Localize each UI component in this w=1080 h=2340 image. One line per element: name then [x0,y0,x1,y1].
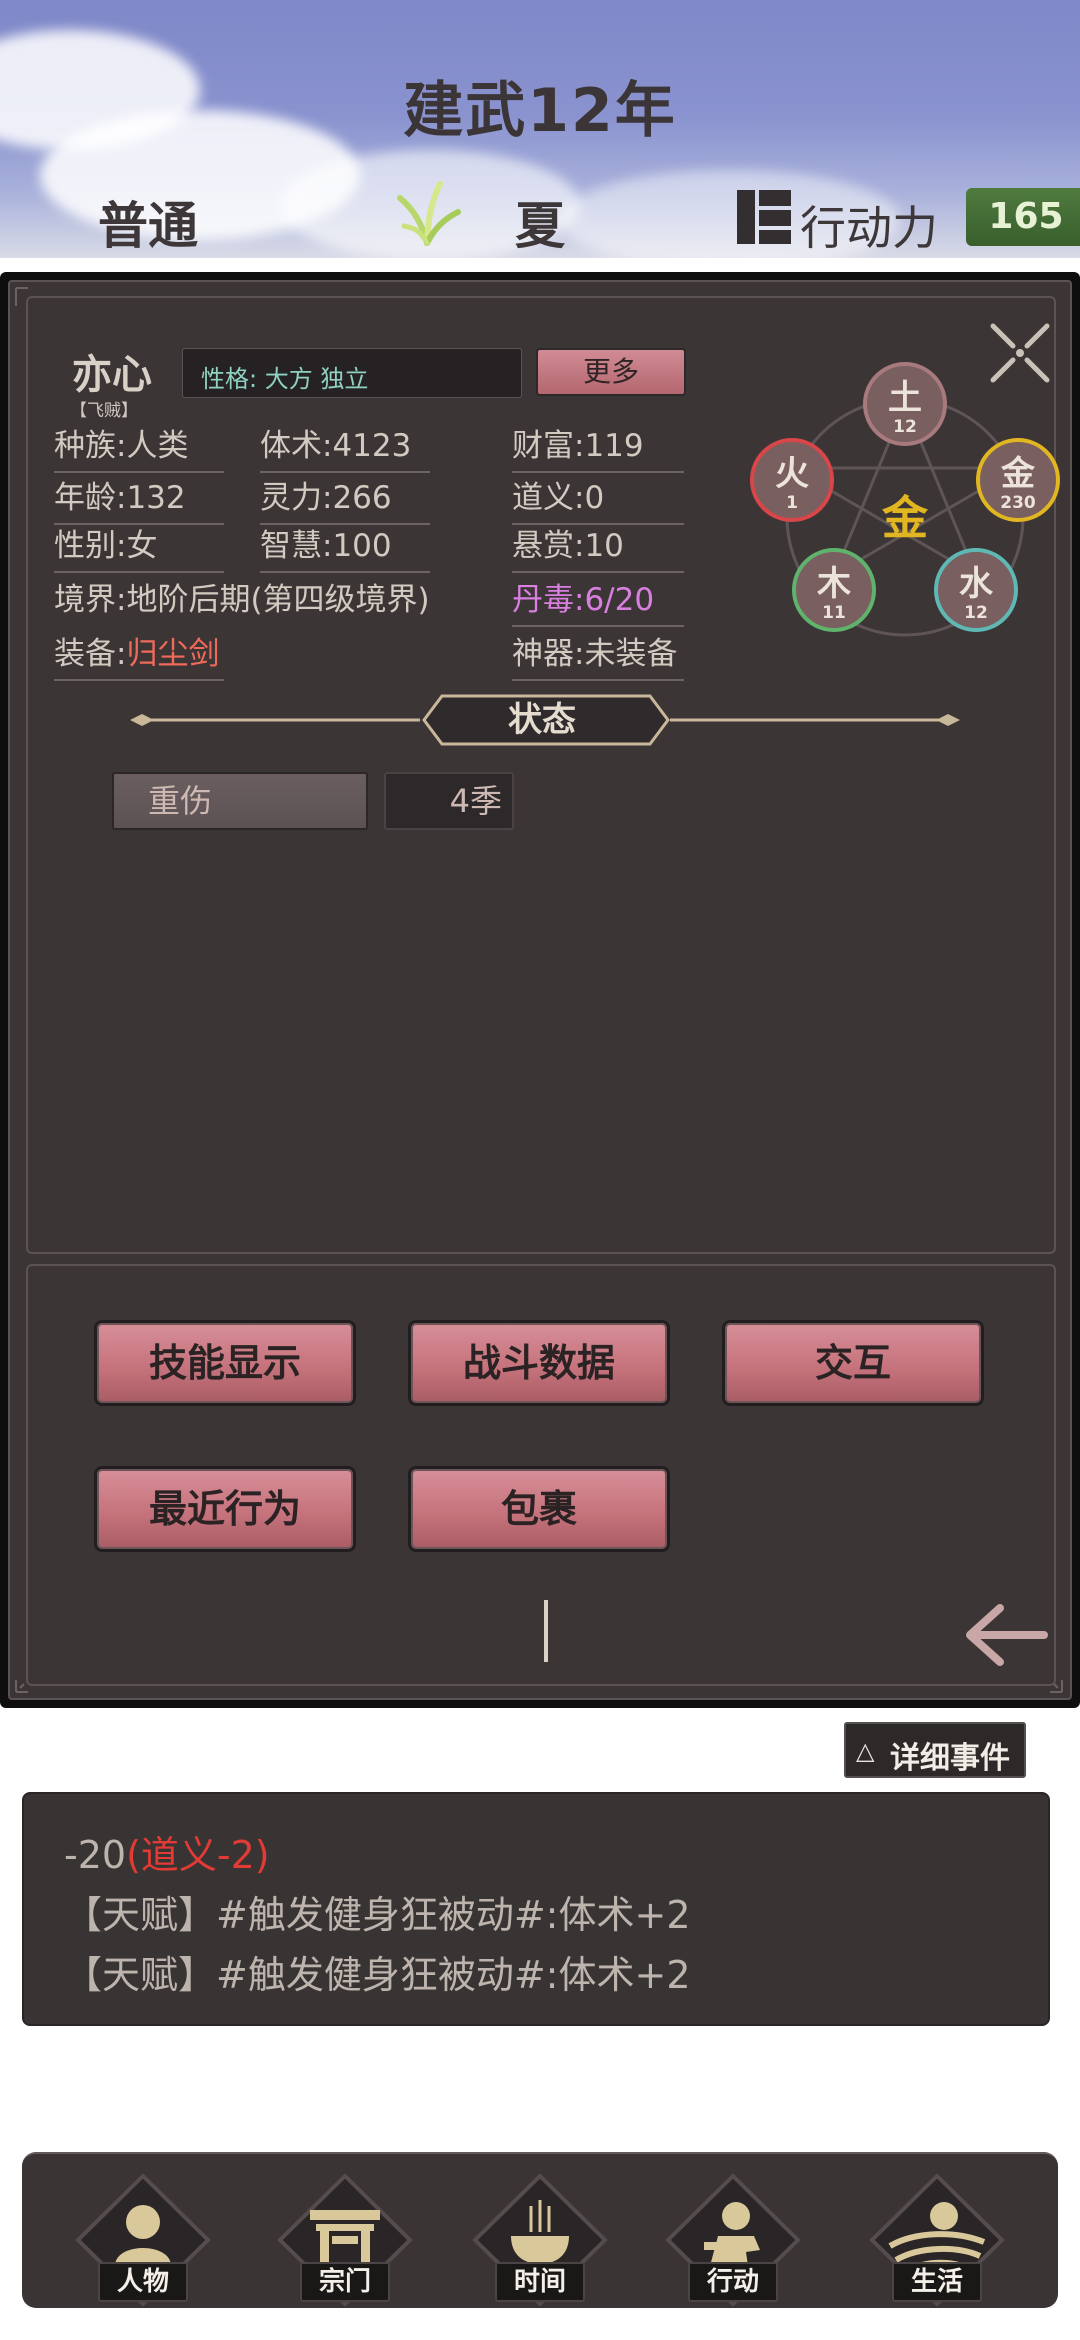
nav-sect[interactable]: 宗门 [270,2170,420,2312]
stat-body: 体术:4123 [260,420,430,473]
event-value: -20 [64,1833,127,1877]
stat-wisdom: 智慧:100 [260,520,430,573]
element-fire[interactable]: 火 1 [750,438,834,522]
skills-display-button[interactable]: 技能显示 [94,1320,356,1406]
event-line: -20(道义-2) [64,1824,270,1879]
more-button[interactable]: 更多 [536,348,686,396]
event-morality-change: (道义-2) [126,1833,270,1877]
status-title: 状态 [508,700,576,740]
stat-spirit: 灵力:266 [260,472,430,525]
interact-button[interactable]: 交互 [722,1320,984,1406]
text-cursor [544,1600,548,1662]
nav-sect-label: 宗门 [300,2262,390,2302]
combat-data-button[interactable]: 战斗数据 [408,1320,670,1406]
difficulty-label: 普通 [98,197,198,255]
stat-race: 种族:人类 [54,420,224,473]
element-wood[interactable]: 木 11 [792,548,876,632]
character-title: 【飞贼】 [70,401,138,421]
stat-equipment-label: 装备: [54,636,127,672]
element-water[interactable]: 水 12 [934,548,1018,632]
detail-events-label: 详细事件 [890,1741,1010,1776]
element-metal-label: 金 [1000,454,1036,494]
inventory-button[interactable]: 包裹 [408,1466,670,1552]
status-effect-duration: 4季 [384,772,514,830]
corner-ornament-icon [15,1680,28,1693]
nav-time-label: 时间 [495,2262,585,2302]
stat-realm: 境界:地阶后期(第四级境界) [54,582,430,618]
element-metal-value: 230 [1000,493,1036,513]
nav-life-label: 生活 [892,2262,982,2302]
event-log: -20(道义-2) 【天赋】#触发健身狂被动#:体术+2 【天赋】#触发健身狂被… [24,1794,1048,2024]
element-wood-label: 木 [816,564,851,604]
element-earth-label: 土 [888,378,922,418]
stat-gender: 性别:女 [54,520,224,573]
year-title: 建武12年 [403,76,677,146]
element-earth[interactable]: 土 12 [863,362,947,446]
action-points-icon [737,190,791,244]
character-panel-inner: 亦心 【飞贼】 性格: 大方 独立 更多 种族:人类 年龄:132 性别:女 境… [8,280,1072,1700]
event-line: 【天赋】#触发健身狂被动#:体术+2 [64,1893,691,1937]
personality-box: 性格: 大方 独立 [182,348,522,398]
stat-artifact: 神器:未装备 [512,628,684,681]
element-water-label: 水 [959,564,994,604]
back-arrow-icon[interactable] [960,1600,1050,1670]
corner-ornament-icon [15,287,28,306]
action-points-label: 行动力 [800,201,938,255]
stat-wealth: 财富:119 [512,420,684,473]
dominant-element: 金 [881,491,929,545]
five-elements-diagram: 土 12 火 1 金 230 木 11 水 12 金 [750,362,1060,637]
grass-sprout-icon [397,181,461,246]
element-earth-value: 12 [893,417,917,437]
element-fire-value: 1 [786,493,798,513]
event-line: 【天赋】#触发健身狂被动#:体术+2 [64,1953,691,1997]
status-effect-name[interactable]: 重伤 [112,772,368,830]
nav-character-label: 人物 [98,2262,188,2302]
stat-bounty: 悬赏:10 [512,520,684,573]
element-metal[interactable]: 金 230 [976,438,1060,522]
stat-pill-poison: 丹毒:6/20 [512,574,684,627]
stat-morality: 道义:0 [512,472,684,525]
stat-age: 年龄:132 [54,472,224,525]
element-water-value: 12 [964,603,988,623]
triangle-icon: △ [856,1737,875,1765]
personality-text: 性格: 大方 独立 [201,365,369,393]
stat-equipment-value[interactable]: 归尘剑 [126,636,219,672]
element-fire-label: 火 [775,454,809,494]
nav-life[interactable]: 生活 [862,2170,1012,2312]
nav-action[interactable]: 行动 [658,2170,808,2312]
detail-events-button[interactable]: △ 详细事件 [844,1722,1026,1778]
element-wood-value: 11 [822,603,846,623]
recent-actions-button[interactable]: 最近行为 [94,1466,356,1552]
action-points-value: 165 [966,188,1080,246]
corner-ornament-icon [1050,1680,1063,1693]
character-panel: 亦心 【飞贼】 性格: 大方 独立 更多 种族:人类 年龄:132 性别:女 境… [0,272,1080,1708]
nav-character[interactable]: 人物 [68,2170,218,2312]
nav-action-label: 行动 [688,2262,778,2302]
stat-equipment: 装备:归尘剑 [54,628,224,681]
character-name: 亦心 [72,352,152,398]
season-label: 夏 [515,197,565,255]
top-status-bar: 建武12年 普通 夏 行动力 165 [0,0,1080,258]
nav-time[interactable]: 时间 [465,2170,615,2312]
